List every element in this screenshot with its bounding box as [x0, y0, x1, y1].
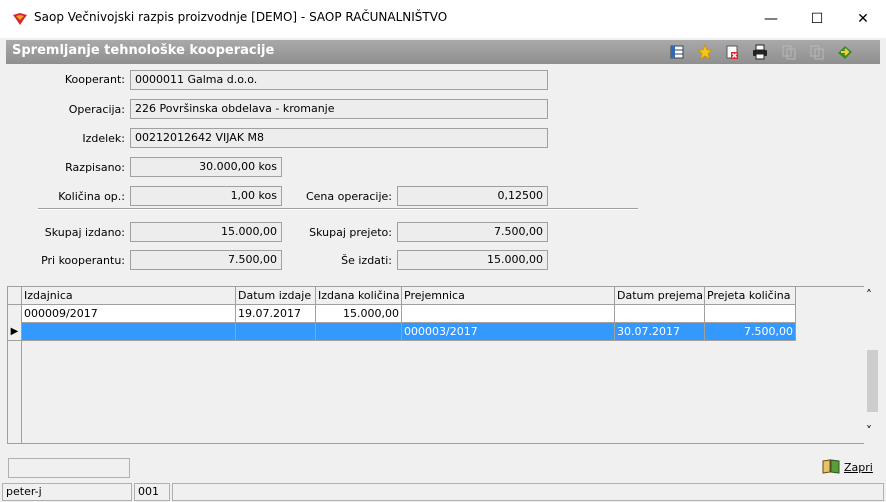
- status-message: [172, 483, 884, 501]
- header-prejemnica[interactable]: Prejemnica: [402, 287, 615, 305]
- table-row-cell[interactable]: [236, 323, 316, 341]
- close-window-button[interactable]: ✕: [840, 0, 886, 38]
- table-row-cell[interactable]: [22, 323, 236, 341]
- skupaj-prejeto-label: Skupaj prejeto:: [309, 226, 392, 239]
- razpisano-field[interactable]: 30.000,00 kos: [130, 157, 282, 177]
- documents-grid[interactable]: Izdajnica Datum izdaje Izdana količina P…: [7, 286, 873, 444]
- table-row-cell[interactable]: 15.000,00: [316, 305, 402, 323]
- form-header: Spremljanje tehnološke kooperacije: [6, 40, 880, 64]
- status-code: 001: [134, 483, 170, 501]
- copy2-disabled-icon: [808, 43, 826, 61]
- app-logo-icon: [12, 11, 28, 27]
- window-title: Saop Večnivojski razpis proizvodnje [DEM…: [34, 10, 448, 24]
- cena-operacije-label: Cena operacije:: [305, 190, 392, 203]
- scroll-down-icon[interactable]: ˅: [866, 424, 872, 438]
- kolicina-op-label: Količina op.:: [58, 190, 125, 203]
- row-indicator-column: [8, 287, 22, 443]
- grid-corner: [8, 287, 22, 305]
- close-button[interactable]: Zapri: [822, 457, 873, 477]
- form-title: Spremljanje tehnološke kooperacije: [12, 43, 275, 58]
- grid-vertical-scrollbar[interactable]: ˄ ˅: [864, 286, 881, 444]
- columns-icon[interactable]: [668, 43, 686, 61]
- table-row-cell[interactable]: 19.07.2017: [236, 305, 316, 323]
- table-row-cell[interactable]: [316, 323, 402, 341]
- header-izdana-kolicina[interactable]: Izdana količina: [316, 287, 402, 305]
- skupaj-prejeto-field[interactable]: 7.500,00: [397, 222, 548, 242]
- status-bar: peter-j 001: [0, 482, 886, 502]
- pri-kooperantu-label: Pri kooperantu:: [41, 254, 125, 267]
- header-prejeta-kolicina[interactable]: Prejeta količina: [705, 287, 796, 305]
- header-datum-izdaje[interactable]: Datum izdaje: [236, 287, 316, 305]
- header-izdajnica[interactable]: Izdajnica: [22, 287, 236, 305]
- table-row-cell[interactable]: 7.500,00: [705, 323, 796, 341]
- copy-disabled-icon: [780, 43, 798, 61]
- close-button-label: Zapri: [844, 460, 873, 474]
- cena-operacije-field[interactable]: 0,12500: [397, 186, 548, 206]
- scroll-thumb[interactable]: [867, 350, 878, 412]
- skupaj-izdano-field[interactable]: 15.000,00: [130, 222, 282, 242]
- operacija-label: Operacija:: [68, 103, 125, 116]
- status-user: peter-j: [2, 483, 132, 501]
- izdelek-field[interactable]: 00212012642 VIJAK M8: [130, 128, 548, 148]
- print-icon[interactable]: [751, 43, 769, 61]
- kooperant-field[interactable]: 0000011 Galma d.o.o.: [130, 70, 548, 90]
- book-icon: [822, 458, 840, 477]
- kolicina-op-field[interactable]: 1,00 kos: [130, 186, 282, 206]
- pri-kooperantu-field[interactable]: 7.500,00: [130, 250, 282, 270]
- minimize-button[interactable]: —: [748, 0, 794, 38]
- exit-icon[interactable]: [836, 43, 854, 61]
- se-izdati-label: Še izdati:: [341, 254, 392, 267]
- table-row-cell[interactable]: [615, 305, 705, 323]
- se-izdati-field[interactable]: 15.000,00: [397, 250, 548, 270]
- star-icon[interactable]: [696, 43, 714, 61]
- table-row-cell[interactable]: [705, 305, 796, 323]
- table-row-cell[interactable]: 000003/2017: [402, 323, 615, 341]
- scroll-up-icon[interactable]: ˄: [866, 288, 872, 302]
- razpisano-label: Razpisano:: [65, 161, 125, 174]
- window-titlebar: Saop Večnivojski razpis proizvodnje [DEM…: [0, 0, 886, 38]
- operacija-field[interactable]: 226 Površinska obdelava - kromanje: [130, 99, 548, 119]
- table-row-cell[interactable]: 000009/2017: [22, 305, 236, 323]
- delete-doc-icon[interactable]: [723, 43, 741, 61]
- skupaj-izdano-label: Skupaj izdano:: [44, 226, 125, 239]
- kooperant-label: Kooperant:: [64, 73, 125, 86]
- table-row-cell[interactable]: [402, 305, 615, 323]
- form-separator: [38, 208, 638, 210]
- izdelek-label: Izdelek:: [82, 132, 125, 145]
- current-row-indicator-icon: ▶: [8, 323, 22, 341]
- maximize-button[interactable]: ☐: [794, 0, 840, 38]
- header-datum-prejema[interactable]: Datum prejema: [615, 287, 705, 305]
- info-box: [8, 458, 130, 478]
- table-row-cell[interactable]: 30.07.2017: [615, 323, 705, 341]
